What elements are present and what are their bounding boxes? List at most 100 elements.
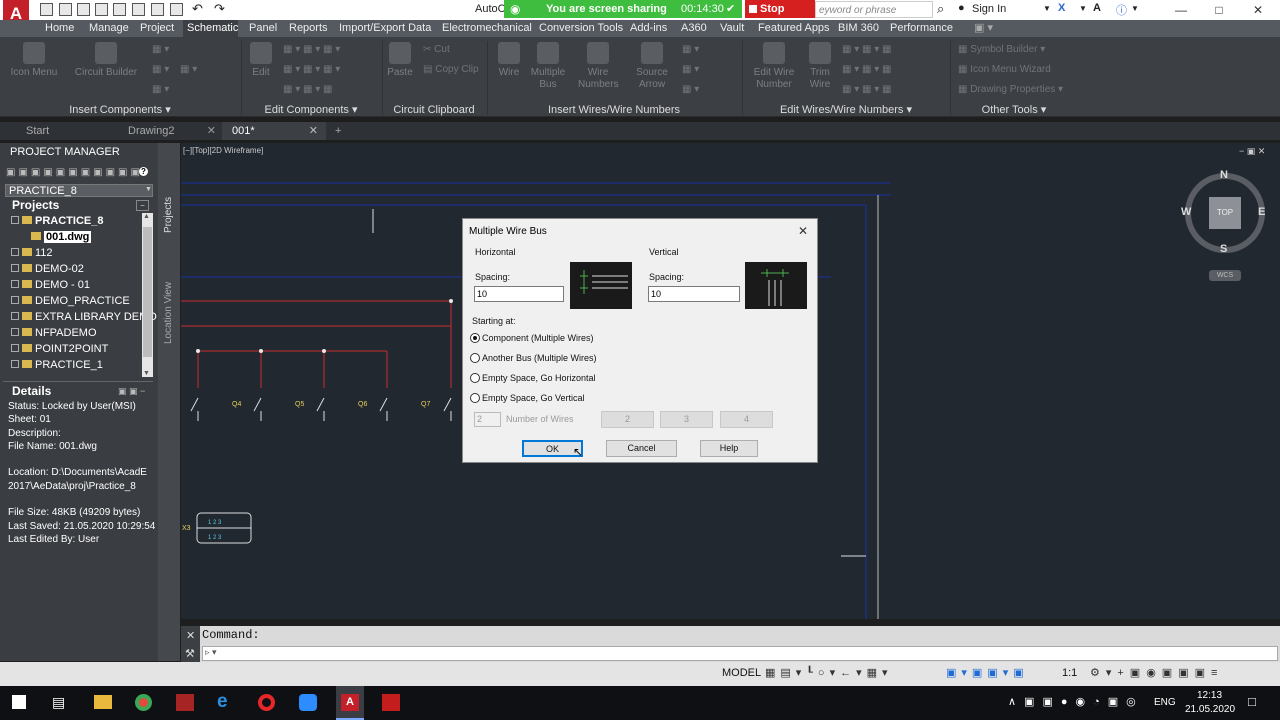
drawing-properties-button[interactable]: ▦ Drawing Properties ▾ bbox=[958, 83, 1063, 97]
ribbon-options-icon[interactable]: ▣ ▾ bbox=[970, 20, 997, 37]
stop-share-button[interactable]: Stop Share bbox=[745, 0, 815, 33]
expand-icon[interactable] bbox=[11, 328, 19, 336]
close-icon-001[interactable]: ✕ bbox=[309, 122, 318, 140]
number-of-wires-input[interactable]: 2 bbox=[474, 412, 501, 427]
close-icon[interactable]: ✕ bbox=[1243, 2, 1273, 18]
viewcube-north[interactable]: N bbox=[1220, 169, 1228, 181]
wire-tools-row-2[interactable]: ▦ ▾ bbox=[682, 63, 699, 77]
expand-icon[interactable] bbox=[11, 312, 19, 320]
panel-edit-wires[interactable]: Edit Wires/Wire Numbers ▾ bbox=[742, 104, 950, 117]
tree-item[interactable]: NFPADEMO bbox=[11, 325, 97, 341]
maximize-icon[interactable]: □ bbox=[1204, 2, 1234, 18]
tab-conversion-tools[interactable]: Conversion Tools bbox=[535, 20, 627, 37]
doc-tab-001[interactable]: 001* ✕ bbox=[222, 122, 326, 140]
doc-tab-start[interactable]: Start bbox=[16, 122, 116, 140]
wire-tools-row-3[interactable]: ▦ ▾ bbox=[682, 83, 699, 97]
app-red-icon[interactable] bbox=[176, 694, 194, 711]
wire-numbers-button[interactable]: Wire Numbers bbox=[578, 42, 619, 91]
search-icon[interactable]: ⌕ bbox=[937, 1, 944, 17]
project-toolbar[interactable]: ▣▣▣▣▣▣▣▣▣▣▣ bbox=[6, 167, 143, 178]
help-icon-pm[interactable]: ? bbox=[139, 167, 148, 176]
task-view-icon[interactable]: ▤ bbox=[52, 694, 65, 711]
radio-empty-horizontal-label[interactable]: Empty Space, Go Horizontal bbox=[482, 373, 596, 383]
edit-button[interactable]: Edit bbox=[246, 42, 276, 79]
tab-schematic[interactable]: Schematic bbox=[183, 20, 238, 37]
file-explorer-icon[interactable] bbox=[94, 695, 112, 709]
tab-import-export[interactable]: Import/Export Data bbox=[335, 20, 435, 37]
close-icon-dialog[interactable]: ✕ bbox=[798, 224, 808, 238]
web-icon[interactable] bbox=[132, 3, 145, 16]
edit-wire-number-button[interactable]: Edit Wire Number bbox=[750, 42, 798, 91]
insert-tools-row-2[interactable]: ▦ ▾ bbox=[152, 63, 169, 77]
opera-icon[interactable] bbox=[258, 694, 275, 711]
tree-item[interactable]: POINT2POINT bbox=[11, 341, 108, 357]
chevron-down-icon-3[interactable]: ▼ bbox=[1131, 4, 1139, 13]
publish-icon[interactable] bbox=[170, 3, 183, 16]
expand-icon[interactable] bbox=[11, 344, 19, 352]
insert-tools-row-1[interactable]: ▦ ▾ bbox=[152, 43, 169, 57]
redo-icon[interactable]: ↷ bbox=[214, 1, 225, 17]
tree-item[interactable]: PRACTICE_8 bbox=[11, 213, 103, 229]
wires-4-button[interactable]: 4 bbox=[720, 411, 773, 428]
edit-wire-tools-row-3[interactable]: ▦ ▾ ▦ ▾ ▦ bbox=[842, 83, 892, 97]
notifications-icon[interactable]: □ bbox=[1248, 694, 1256, 709]
search-input[interactable]: eyword or phrase bbox=[815, 1, 933, 18]
edit-wire-tools-row-1[interactable]: ▦ ▾ ▦ ▾ ▦ bbox=[842, 43, 892, 57]
cut-button[interactable]: ✂ Cut bbox=[423, 43, 450, 57]
new-tab-plus-icon[interactable]: + bbox=[330, 122, 350, 140]
edge-icon[interactable]: e bbox=[217, 691, 228, 713]
autocad-taskbar-button[interactable]: A bbox=[336, 686, 364, 720]
source-arrow-button[interactable]: Source Arrow bbox=[630, 42, 674, 91]
tree-item[interactable]: PRACTICE_1 bbox=[11, 357, 103, 373]
help-icon[interactable]: ⓘ bbox=[1116, 2, 1127, 18]
print-icon[interactable] bbox=[151, 3, 164, 16]
status-toggles-3[interactable]: ⚙▾+▣◉▣▣▣≡ bbox=[1090, 666, 1223, 679]
zoom-icon[interactable] bbox=[299, 694, 317, 711]
open-icon[interactable] bbox=[59, 3, 72, 16]
vertical-spacing-input[interactable] bbox=[648, 286, 740, 302]
sign-in-link[interactable]: Sign In bbox=[972, 3, 1006, 15]
new-icon[interactable] bbox=[40, 3, 53, 16]
doc-tab-drawing2[interactable]: Drawing2 ✕ bbox=[118, 122, 222, 140]
expand-icon[interactable] bbox=[11, 248, 19, 256]
chrome-icon[interactable] bbox=[135, 694, 152, 711]
minimize-icon[interactable]: — bbox=[1166, 2, 1196, 18]
scroll-up-icon[interactable]: ▲ bbox=[143, 213, 150, 220]
trim-wire-button[interactable]: Trim Wire bbox=[805, 42, 835, 91]
command-prompt-icon[interactable]: ▹ ▾ bbox=[205, 647, 217, 658]
panel-circuit-clipboard[interactable]: Circuit Clipboard bbox=[382, 104, 486, 117]
command-input[interactable]: ▹ ▾ bbox=[202, 646, 1278, 661]
wcs-menu[interactable]: WCS bbox=[1209, 270, 1241, 281]
chevron-down-icon-2[interactable]: ▼ bbox=[1079, 4, 1087, 13]
tab-manage[interactable]: Manage bbox=[85, 20, 133, 37]
close-icon-command[interactable]: ✕ bbox=[186, 629, 195, 642]
project-select[interactable]: PRACTICE_8 bbox=[5, 184, 153, 197]
model-space-button[interactable]: MODEL bbox=[722, 667, 761, 679]
windows-start-icon[interactable] bbox=[12, 695, 26, 709]
project-icon[interactable] bbox=[113, 3, 126, 16]
copy-clip-button[interactable]: ▤ Copy Clip bbox=[423, 63, 479, 77]
edit-tools-row-1[interactable]: ▦ ▾ ▦ ▾ ▦ ▾ bbox=[283, 43, 340, 57]
panel-insert-components[interactable]: Insert Components ▾ bbox=[0, 104, 240, 117]
save-as-icon[interactable] bbox=[95, 3, 108, 16]
tree-item[interactable]: 001.dwg bbox=[31, 229, 92, 245]
paste-button[interactable]: Paste bbox=[385, 42, 415, 79]
symbol-builder-button[interactable]: ▦ Symbol Builder ▾ bbox=[958, 43, 1045, 57]
clock-date[interactable]: 21.05.2020 bbox=[1185, 704, 1235, 715]
viewcube-east[interactable]: E bbox=[1258, 206, 1265, 218]
app-red-2-icon[interactable] bbox=[382, 694, 400, 711]
viewcube-top[interactable]: TOP bbox=[1209, 197, 1241, 229]
scroll-down-icon[interactable]: ▼ bbox=[143, 370, 150, 377]
expand-icon[interactable] bbox=[11, 216, 19, 224]
tab-panel[interactable]: Panel bbox=[245, 20, 281, 37]
wrench-icon[interactable]: ⚒ bbox=[185, 647, 195, 660]
wire-tools-row-1[interactable]: ▦ ▾ bbox=[682, 43, 699, 57]
radio-empty-horizontal[interactable] bbox=[470, 373, 480, 383]
status-toggles-2[interactable]: ▣▾▣▣▾▣ bbox=[946, 666, 1029, 679]
details-toolbar-icons[interactable]: ▣ ▣ − bbox=[118, 386, 145, 397]
expand-icon[interactable] bbox=[11, 264, 19, 272]
radio-component-label[interactable]: Component (Multiple Wires) bbox=[482, 333, 594, 343]
tab-home[interactable]: Home bbox=[41, 20, 78, 37]
tab-add-ins[interactable]: Add-ins bbox=[626, 20, 671, 37]
insert-tools-row-3[interactable]: ▦ ▾ bbox=[152, 83, 169, 97]
